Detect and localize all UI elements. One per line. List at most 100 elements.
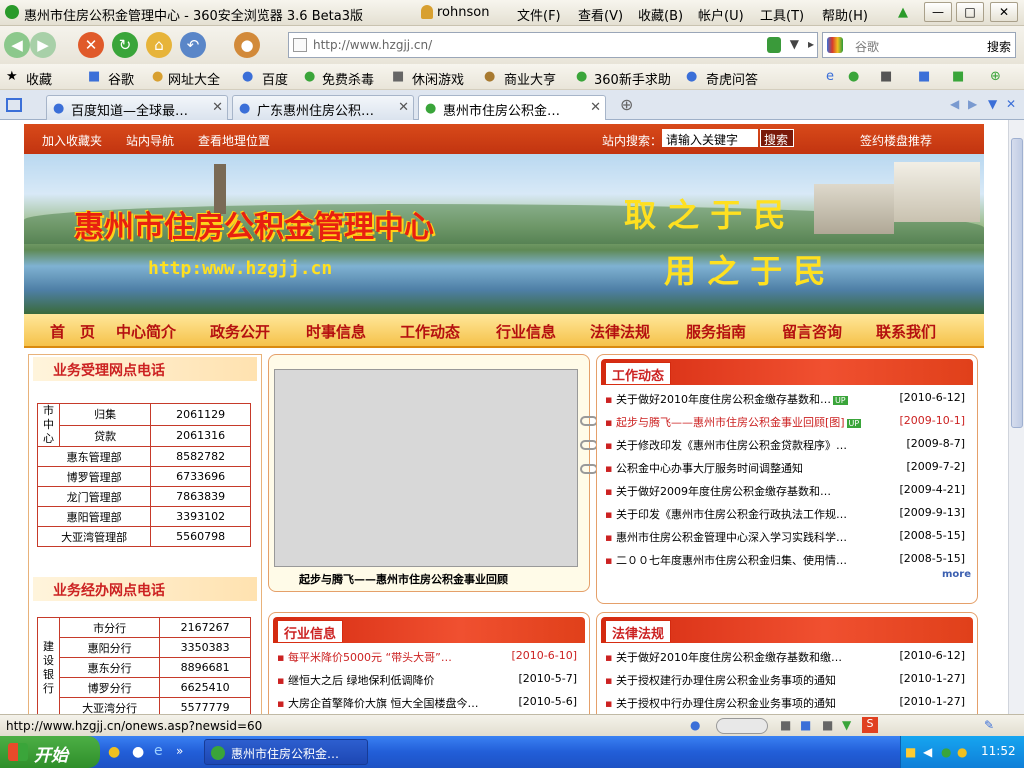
start-button[interactable]: 开始 — [0, 736, 100, 768]
fav-games[interactable]: 休闲游戏 — [412, 69, 464, 88]
tab-close-icon[interactable]: ✕ — [590, 100, 601, 115]
menu-account[interactable]: 帐户(U) — [698, 5, 744, 24]
news-title[interactable]: 关于修改印发《惠州市住房公积金贷款程序》… — [616, 439, 847, 452]
go-icon[interactable]: ▸ — [808, 37, 814, 51]
dropdown-icon[interactable]: ▼ — [790, 37, 799, 51]
news-item[interactable]: ▪ 每平米降价5000元 “带头大哥”… [2010-6-10] — [277, 649, 577, 665]
slideshow-image[interactable] — [274, 369, 578, 567]
news-item[interactable]: ▪ 关于修改印发《惠州市住房公积金贷款程序》… [2009-8-7] — [605, 437, 965, 453]
news-title[interactable]: 起步与腾飞——惠州市住房公积金事业回顾[图] — [616, 416, 845, 429]
news-title[interactable]: 每平米降价5000元 “带头大哥”… — [288, 651, 452, 664]
status-icon[interactable]: ■ — [800, 718, 811, 732]
menu-news[interactable]: 时事信息 — [306, 321, 366, 342]
news-title[interactable]: 关于印发《惠州市住房公积金行政执法工作规… — [616, 508, 847, 521]
news-title[interactable]: 关于授权建行办理住房公积金业务事项的通知 — [616, 674, 836, 687]
news-item[interactable]: ▪ 公积金中心办事大厅服务时间调整通知 [2009-7-2] — [605, 460, 965, 476]
add-icon[interactable]: ⊕ — [990, 69, 1001, 84]
slideshow-caption[interactable]: 起步与腾飞——惠州市住房公积金事业回顾 — [299, 571, 508, 587]
taskbar-window-button[interactable]: 惠州市住房公积金… — [204, 739, 368, 765]
news-item[interactable]: ▪ 关于做好2010年度住房公积金缴存基数和… UP [2010-6-12] — [605, 391, 965, 407]
forward-icon[interactable]: ▶ — [30, 32, 56, 58]
add-bookmark-link[interactable]: 加入收藏夹 — [42, 132, 102, 149]
news-item[interactable]: ▪ 惠州市住房公积金管理中心深入学习实践科学… [2008-5-15] — [605, 529, 965, 545]
status-icon[interactable]: ■ — [780, 718, 791, 732]
ie-icon[interactable]: e — [154, 743, 163, 759]
menu-government[interactable]: 政务公开 — [210, 321, 270, 342]
news-item[interactable]: ▪ 二００七年度惠州市住房公积金归集、使用情… [2008-5-15] — [605, 552, 965, 568]
qq-icon[interactable]: ● — [108, 744, 120, 760]
menu-favorites[interactable]: 收藏(B) — [638, 5, 683, 24]
minimize-button[interactable]: — — [924, 2, 952, 22]
tab-guangdong[interactable]: ● 广东惠州住房公积… ✕ — [232, 95, 414, 120]
favorites-menu[interactable]: 收藏 — [26, 69, 52, 88]
tab-close-icon[interactable]: ✕ — [398, 100, 409, 115]
tab-close-all-icon[interactable]: ✕ — [1006, 97, 1016, 111]
download-icon[interactable]: ▼ — [842, 718, 851, 732]
news-title[interactable]: 二００七年度惠州市住房公积金归集、使用情… — [616, 554, 847, 567]
menu-view[interactable]: 查看(V) — [578, 5, 623, 24]
fav-business[interactable]: 商业大亨 — [504, 69, 556, 88]
more-link[interactable]: more — [942, 569, 971, 580]
news-item[interactable]: ▪ 关于授权中行办理住房公积金业务事项的通知 [2010-1-27] — [605, 695, 965, 711]
tray-icon[interactable]: ◀ — [923, 745, 932, 759]
status-icon[interactable]: ■ — [822, 718, 833, 732]
toolbar-icon[interactable]: ■ — [880, 69, 892, 84]
menu-service[interactable]: 服务指南 — [686, 321, 746, 342]
news-item[interactable]: ▪ 关于做好2009年度住房公积金缴存基数和… [2009-4-21] — [605, 483, 965, 499]
tab-baidu[interactable]: ● 百度知道—全球最… ✕ — [46, 95, 228, 120]
menu-industry[interactable]: 行业信息 — [496, 321, 556, 342]
news-item[interactable]: ▪ 关于做好2010年度住房公积金缴存基数和缴… [2010-6-12] — [605, 649, 965, 665]
news-item[interactable]: ▪ 继恒大之后 绿地保利低调降价 [2010-5-7] — [277, 672, 577, 688]
recommended-link[interactable]: 签约楼盘推荐 — [860, 132, 932, 149]
fav-google[interactable]: 谷歌 — [108, 69, 134, 88]
menu-home[interactable]: 首 页 — [50, 321, 95, 342]
news-title[interactable]: 继恒大之后 绿地保利低调降价 — [288, 674, 435, 687]
site-nav-link[interactable]: 站内导航 — [126, 132, 174, 149]
tab-list-icon[interactable]: ▼ — [988, 97, 997, 111]
back-icon[interactable]: ◀ — [4, 32, 30, 58]
news-item[interactable]: ▪ 关于印发《惠州市住房公积金行政执法工作规… [2009-9-13] — [605, 506, 965, 522]
undo-icon[interactable]: ↶ — [180, 32, 206, 58]
vertical-scrollbar[interactable] — [1008, 120, 1024, 714]
close-button[interactable]: ✕ — [990, 2, 1018, 22]
tab-hzgjj[interactable]: ● 惠州市住房公积金… ✕ — [418, 95, 606, 120]
fav-baidu[interactable]: 百度 — [262, 69, 288, 88]
skin-icon[interactable]: ▲ — [898, 5, 908, 20]
news-item[interactable]: ▪ 起步与腾飞——惠州市住房公积金事业回顾[图] UP [2009-10-1] — [605, 414, 965, 430]
news-title[interactable]: 关于授权中行办理住房公积金业务事项的通知 — [616, 697, 836, 710]
scrollbar-thumb[interactable] — [1011, 138, 1023, 428]
news-title[interactable]: 关于做好2009年度住房公积金缴存基数和… — [616, 485, 831, 498]
accelerator-toggle[interactable] — [716, 718, 768, 734]
expand-icon[interactable]: » — [176, 744, 183, 758]
news-title[interactable]: 关于做好2010年度住房公积金缴存基数和… — [616, 393, 831, 406]
menu-law[interactable]: 法律法规 — [590, 321, 650, 342]
menu-tools[interactable]: 工具(T) — [760, 5, 804, 24]
site-search-input[interactable]: 请输入关键字 — [662, 129, 758, 147]
news-item[interactable]: ▪ 关于授权建行办理住房公积金业务事项的通知 [2010-1-27] — [605, 672, 965, 688]
site-search-button[interactable]: 搜索 — [760, 129, 794, 147]
tray-icon[interactable]: ■ — [905, 745, 916, 759]
stop-icon[interactable]: ✕ — [78, 32, 104, 58]
tray-icon[interactable]: ● — [957, 745, 967, 759]
sidebar-toggle-icon[interactable] — [6, 98, 22, 112]
toolbar-icon[interactable]: ● — [848, 69, 859, 84]
address-bar[interactable]: http://www.hzgjj.cn/ ▼ ▸ — [288, 32, 818, 58]
maximize-button[interactable]: □ — [956, 2, 984, 22]
ie-icon[interactable]: e — [826, 69, 834, 84]
settings-icon[interactable]: ✎ — [984, 718, 994, 732]
search-engine-label[interactable]: 谷歌 — [855, 38, 879, 55]
search-box[interactable]: 谷歌 搜索 — [822, 32, 1016, 58]
refresh-icon[interactable]: ↻ — [112, 32, 138, 58]
google-icon[interactable] — [827, 37, 843, 53]
map-link[interactable]: 查看地理位置 — [198, 132, 270, 149]
ime-icon[interactable]: S — [862, 717, 878, 733]
fav-360-help[interactable]: 360新手求助 — [594, 69, 671, 88]
address-input[interactable]: http://www.hzgjj.cn/ — [313, 38, 432, 52]
menu-contact[interactable]: 联系我们 — [876, 321, 936, 342]
news-title[interactable]: 公积金中心办事大厅服务时间调整通知 — [616, 462, 803, 475]
menu-help[interactable]: 帮助(H) — [822, 5, 868, 24]
fav-antivirus[interactable]: 免费杀毒 — [322, 69, 374, 88]
search-button[interactable]: 搜索 — [987, 38, 1011, 55]
status-icon[interactable]: ● — [690, 718, 700, 732]
news-title[interactable]: 惠州市住房公积金管理中心深入学习实践科学… — [616, 531, 847, 544]
